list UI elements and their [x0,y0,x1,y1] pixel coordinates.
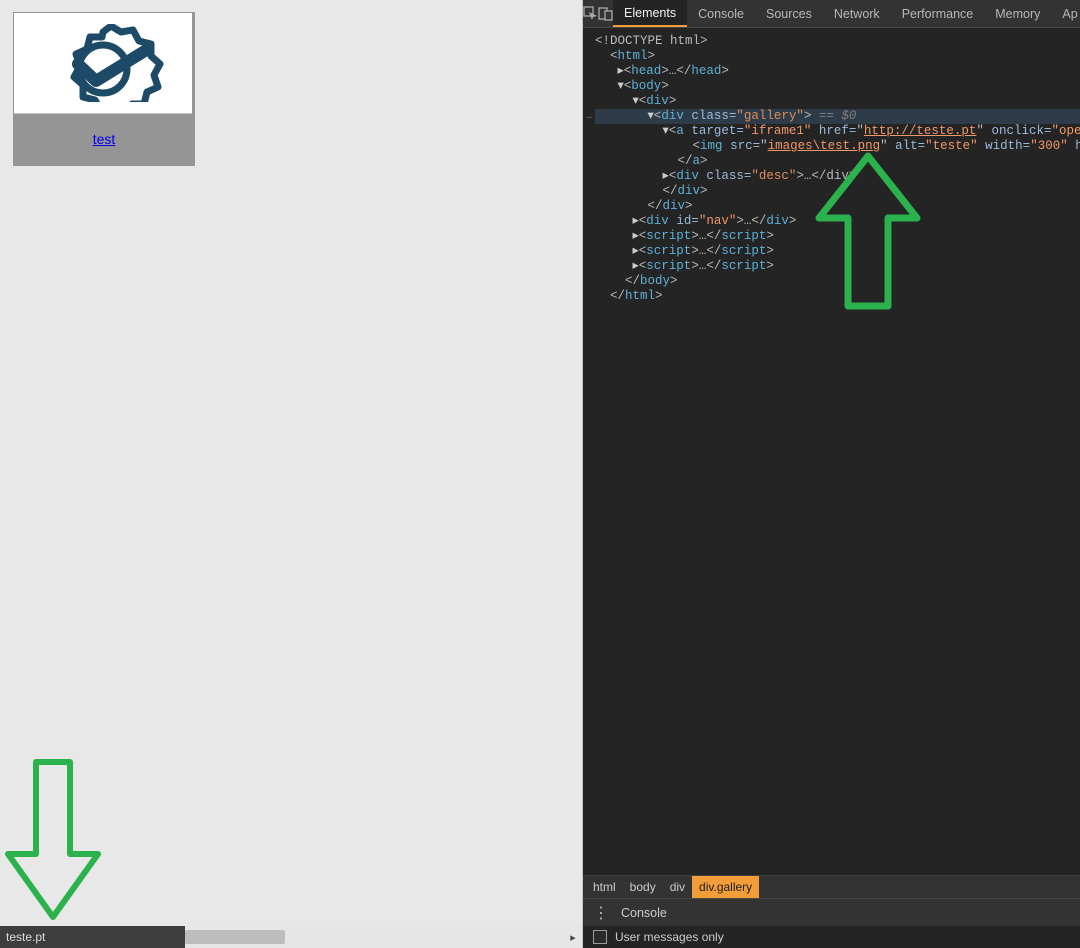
drawer-tab-console[interactable]: Console [621,906,667,920]
tab-memory[interactable]: Memory [984,0,1051,27]
tab-elements[interactable]: Elements [613,0,687,27]
gallery-card: test [13,12,195,166]
tab-more[interactable]: Ap [1051,0,1080,27]
drawer-body: User messages only [583,926,1080,948]
gallery-link[interactable]: test [93,131,116,147]
dom-doctype[interactable]: <!DOCTYPE html> [595,34,708,48]
tab-network[interactable]: Network [823,0,891,27]
drawer-header: ⋮ Console [583,898,1080,926]
horizontal-scrollbar[interactable]: ▸ [185,926,582,948]
tab-performance[interactable]: Performance [891,0,985,27]
gear-check-icon [38,24,168,102]
tab-sources[interactable]: Sources [755,0,823,27]
crumb-body[interactable]: body [623,876,663,898]
user-messages-checkbox[interactable] [593,930,607,944]
status-bar: teste.pt [0,926,185,948]
device-toolbar-icon[interactable] [598,0,613,27]
gallery-caption: test [14,131,194,149]
gallery-image[interactable] [14,13,192,114]
devtools-tabstrip: Elements Console Sources Network Perform… [583,0,1080,28]
inspect-element-icon[interactable] [583,0,598,27]
crumb-divgallery[interactable]: div.gallery [692,876,759,898]
elements-tree[interactable]: <!DOCTYPE html> <html> ▸<head>…</head> ▾… [583,28,1080,875]
crumb-html[interactable]: html [586,876,623,898]
crumb-div[interactable]: div [663,876,692,898]
dom-selected-row[interactable]: ▾<div class="gallery"> == $0 [595,109,1080,124]
devtools-panel: Elements Console Sources Network Perform… [583,0,1080,948]
app-root: test teste.pt ▸ Ele [0,0,1080,948]
user-messages-label: User messages only [615,930,724,944]
status-bar-text: teste.pt [6,930,45,944]
scrollbar-arrow-right-icon[interactable]: ▸ [564,926,582,948]
drawer-menu-icon[interactable]: ⋮ [593,903,607,923]
annotation-arrow-down [3,759,103,924]
devtools-tabs: Elements Console Sources Network Perform… [613,0,1080,27]
page-viewport: test teste.pt ▸ [0,0,583,948]
breadcrumb[interactable]: html body div div.gallery [583,875,1080,898]
tab-console[interactable]: Console [687,0,755,27]
